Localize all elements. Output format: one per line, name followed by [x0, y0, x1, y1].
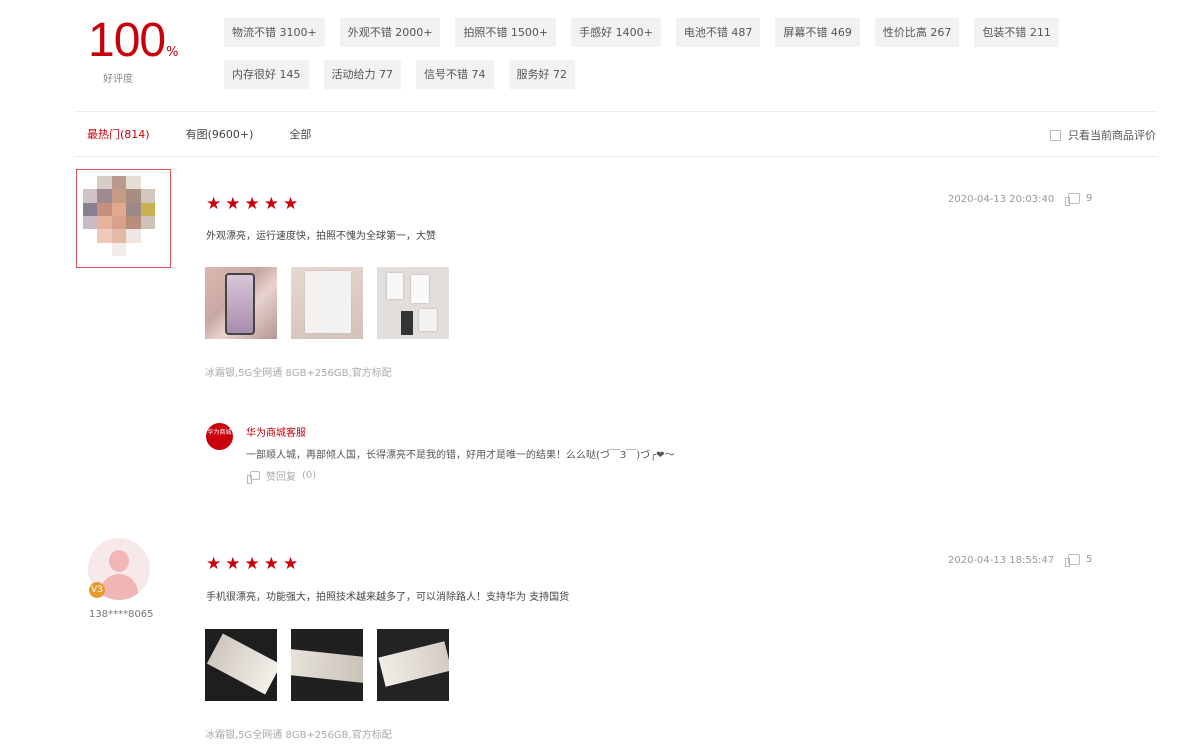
like-count: 5: [1086, 554, 1093, 565]
star-icon: ★: [206, 194, 222, 214]
tab-hottest[interactable]: 最热门(814): [87, 126, 150, 142]
divider: [74, 156, 1158, 157]
star-rating: ★ ★ ★ ★ ★: [206, 556, 298, 573]
review-tag-list: 物流不错 3100+ 外观不错 2000+ 拍照不错 1500+ 手感好 140…: [224, 18, 1104, 89]
star-icon: ★: [263, 554, 279, 574]
score-label: 好评度: [103, 74, 133, 85]
like-button[interactable]: 5: [1065, 554, 1093, 567]
review-text: 手机很漂亮，功能强大，拍照技术越来越多了，可以消除路人！支持华为 支持国货: [206, 592, 570, 603]
score-value: 100: [88, 14, 166, 67]
review-tag[interactable]: 电池不错 487: [675, 18, 761, 47]
review-tag[interactable]: 包装不错 211: [974, 18, 1059, 47]
star-icon: ★: [225, 194, 241, 214]
tab-all[interactable]: 全部: [289, 126, 311, 142]
review-tag[interactable]: 活动给力 77: [323, 60, 401, 89]
only-current-product-filter[interactable]: 只看当前商品评价: [1050, 127, 1156, 143]
only-current-label: 只看当前商品评价: [1068, 129, 1156, 142]
review-tag[interactable]: 外观不错 2000+: [339, 18, 441, 47]
review-photos: [205, 267, 449, 339]
review-tag[interactable]: 物流不错 3100+: [224, 18, 325, 47]
star-icon: ★: [206, 554, 222, 574]
review-photo[interactable]: [205, 629, 277, 701]
pixelated-avatar-image: [83, 176, 155, 256]
review-photo[interactable]: [291, 629, 363, 701]
reply-text: 一部顺人城，再部倾人国，长得漂亮不是我的错，好用才是唯一的结果！么么哒(づ￣3￣…: [246, 450, 675, 461]
review-tag[interactable]: 信号不错 74: [416, 60, 494, 89]
review-photo[interactable]: [377, 267, 449, 339]
user-silhouette-icon: [109, 550, 129, 572]
review-text: 外观漂亮，运行速度快，拍照不愧为全球第一，大赞: [206, 231, 436, 242]
official-store-logo-text: 华为商城: [207, 429, 232, 436]
review-date: 2020-04-13 18:55:47: [948, 555, 1055, 566]
review-tag[interactable]: 手感好 1400+: [571, 18, 661, 47]
star-icon: ★: [283, 554, 299, 574]
only-current-checkbox[interactable]: [1050, 129, 1061, 141]
thumbs-up-icon: [1065, 554, 1080, 567]
reply-like-label: 赞回复: [266, 472, 296, 483]
product-spec: 冰霜银,5G全网通 8GB+256GB,官方标配: [205, 368, 392, 379]
divider: [74, 111, 1158, 112]
reply-like-count: (0): [302, 470, 317, 481]
tab-with-images[interactable]: 有图(9600+): [186, 126, 254, 142]
avatar[interactable]: [76, 169, 171, 268]
like-count: 9: [1086, 193, 1093, 204]
review-photo[interactable]: [377, 629, 449, 701]
review-photo[interactable]: [205, 267, 277, 339]
star-icon: ★: [263, 194, 279, 214]
user-name: 138****8065: [89, 609, 154, 620]
product-spec: 冰霜银,5G全网通 8GB+256GB,官方标配: [205, 730, 392, 741]
review-photos: [205, 629, 449, 701]
review-photo[interactable]: [291, 267, 363, 339]
like-button[interactable]: 9: [1065, 193, 1093, 206]
reply-like-button[interactable]: 赞回复 (0): [247, 468, 317, 484]
star-icon: ★: [244, 194, 260, 214]
official-store-logo: 华为商城: [206, 423, 233, 450]
thumbs-up-icon: [247, 471, 260, 484]
user-level-badge: V3: [89, 582, 105, 598]
review-tag[interactable]: 内存很好 145: [224, 60, 309, 89]
review-tag[interactable]: 拍照不错 1500+: [455, 18, 557, 47]
thumbs-up-icon: [1065, 193, 1080, 206]
review-tag[interactable]: 服务好 72: [508, 60, 575, 89]
reply-author: 华为商城客服: [246, 428, 306, 439]
star-icon: ★: [244, 554, 260, 574]
review-tabs: 最热门(814) 有图(9600+) 全部: [87, 126, 311, 142]
user-silhouette-body: [100, 574, 138, 600]
score-percent-sign: %: [166, 45, 179, 60]
review-tag[interactable]: 屏幕不错 469: [775, 18, 860, 47]
rating-summary: 100% 好评度: [88, 14, 198, 85]
star-rating: ★ ★ ★ ★ ★: [206, 196, 298, 213]
star-icon: ★: [283, 194, 299, 214]
review-date: 2020-04-13 20:03:40: [948, 194, 1055, 205]
star-icon: ★: [225, 554, 241, 574]
review-tag[interactable]: 性价比高 267: [874, 18, 960, 47]
